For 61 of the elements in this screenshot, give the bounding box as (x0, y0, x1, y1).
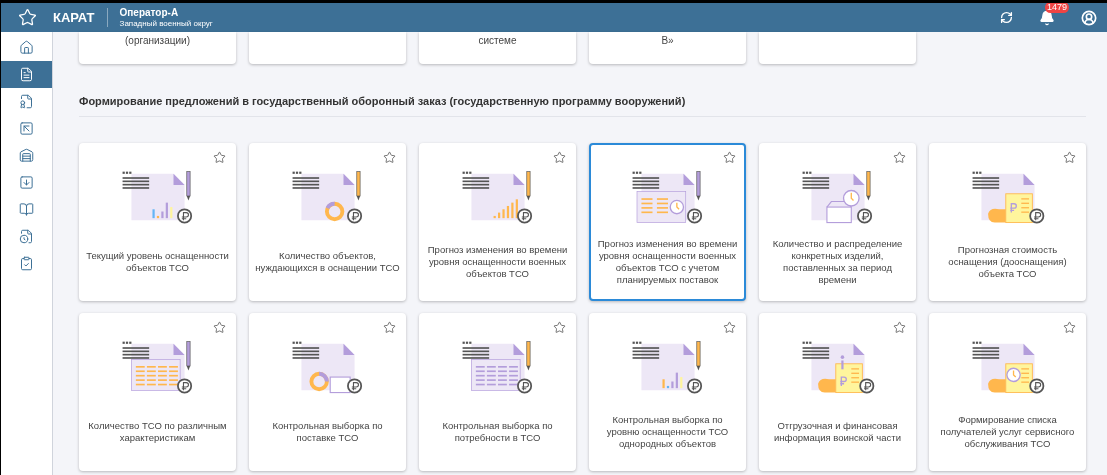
app-logo: КАРАТ (53, 7, 108, 28)
notification-badge: 1479 (1045, 3, 1070, 13)
card-title: системе (478, 34, 517, 48)
card-title: Количество ТСО по различным характеристикам (87, 419, 228, 444)
report-card[interactable]: Контрольная выборка по уровню оснащенности ТСО однородных объектов (589, 312, 746, 471)
report-card[interactable]: В» (589, 32, 746, 64)
favorite-star-icon[interactable] (1063, 150, 1076, 164)
report-card[interactable]: системе (419, 32, 576, 64)
favorite-star-icon[interactable] (723, 320, 736, 334)
report-card[interactable]: Количество и распределение конкретных изделий, поставленных за период времени (759, 142, 916, 301)
card-title: Прогнозная стоимость оснащения (дооснащения) объекта ТСО (947, 243, 1068, 280)
card-title: (организации) (125, 34, 190, 48)
favorite-star-icon[interactable] (553, 150, 566, 164)
nav-icon (19, 67, 34, 82)
nav-icon (19, 202, 34, 217)
nav-icon (19, 94, 34, 109)
user-name: Оператор-А (119, 6, 180, 18)
report-card[interactable]: Количество объектов, нуждающихся в оснащении ТСО (249, 142, 406, 301)
card-title: Прогноз изменения во времени уровня оснащенности военных объектов ТСО (426, 243, 569, 280)
report-card[interactable]: Текущий уровень оснащенности объектов ТСО (79, 142, 236, 301)
card-title: Контрольная выборка по поставке ТСО (271, 419, 384, 444)
section-title: Формирование предложений в государственный оборонный заказ (государственную программу вооружений) (79, 94, 687, 109)
nav-icon (19, 40, 34, 55)
card-title: Формирование списка получателей услуг сервисного обслуживания ТСО (939, 413, 1076, 450)
report-card[interactable]: (организации) (79, 32, 236, 64)
favorite-star-icon[interactable] (213, 150, 226, 164)
favorite-star-icon[interactable] (213, 320, 226, 334)
report-card[interactable]: Количество ТСО по различным характеристикам (79, 312, 236, 471)
favorite-star-icon[interactable] (383, 150, 396, 164)
favorite-star-icon[interactable] (553, 320, 566, 334)
report-card[interactable]: Контрольная выборка по потребности в ТСО (419, 312, 576, 471)
card-title: Контрольная выборка по потребности в ТСО (441, 419, 554, 444)
report-card[interactable]: Отгрузочная и финансовая информация воинской части (759, 312, 916, 471)
nav-icon (19, 148, 34, 163)
card-title: Прогноз изменения во времени уровня оснащенности военных объектов ТСО с учетом планируемых поставок (596, 237, 739, 286)
card-title: Текущий уровень оснащенности объектов ТСО (85, 249, 230, 274)
refresh-icon[interactable] (1000, 11, 1013, 24)
user-district: Западный военный округ (119, 18, 213, 29)
report-card[interactable]: Прогнозная стоимость оснащения (дооснащения) объекта ТСО (929, 142, 1086, 301)
card-title: Количество объектов, нуждающихся в оснащении ТСО (255, 249, 400, 274)
card-title: В» (661, 34, 674, 48)
nav-icon (19, 256, 34, 271)
favorite-star-icon[interactable] (723, 150, 736, 164)
account-icon[interactable] (1081, 9, 1097, 26)
favorite-star-icon[interactable] (1063, 320, 1076, 334)
report-card[interactable]: Прогноз изменения во времени уровня оснащенности военных объектов ТСО с учетом планируемых поставок (589, 142, 746, 301)
star-icon[interactable] (17, 8, 37, 27)
nav-icon (19, 121, 34, 136)
nav-icon (19, 229, 34, 244)
card-title: Отгрузочная и финансовая информация воинской части (773, 419, 902, 444)
favorite-star-icon[interactable] (893, 320, 906, 334)
bell-icon[interactable] (1039, 9, 1055, 26)
report-card[interactable]: Контрольная выборка по поставке ТСО (249, 312, 406, 471)
nav-icon (19, 175, 34, 190)
card-title: Количество и распределение конкретных изделий, поставленных за период времени (771, 237, 904, 286)
report-card[interactable]: Формирование списка получателей услуг сервисного обслуживания ТСО (929, 312, 1086, 471)
sidebar-item[interactable] (1, 61, 52, 88)
favorite-star-icon[interactable] (383, 320, 396, 334)
favorite-star-icon[interactable] (893, 150, 906, 164)
report-card[interactable]: Прогноз изменения во времени уровня оснащенности военных объектов ТСО (419, 142, 576, 301)
card-title: Контрольная выборка по уровню оснащенности ТСО однородных объектов (605, 413, 730, 450)
